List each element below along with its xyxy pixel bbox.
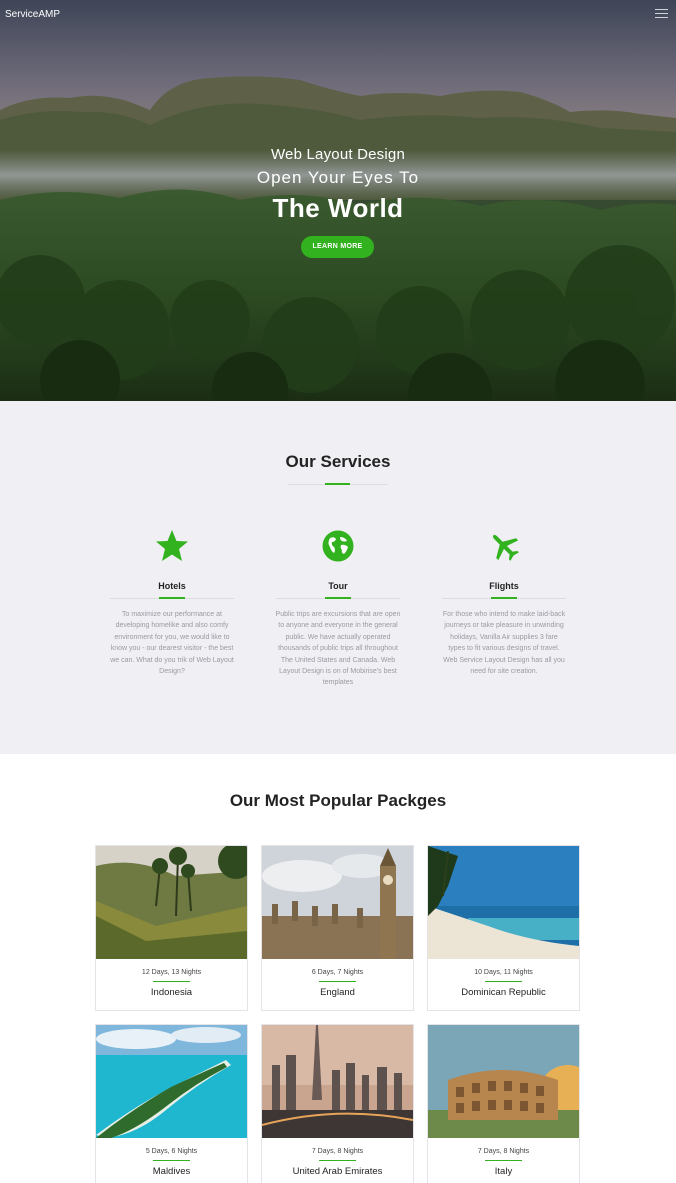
package-card-italy[interactable]: 7 Days, 8 Nights Italy <box>427 1024 580 1183</box>
package-image-indonesia <box>96 846 247 959</box>
service-description: Public trips are excursions that are ope… <box>275 611 401 687</box>
globe-icon <box>322 530 354 562</box>
service-name: Hotels <box>158 581 186 591</box>
star-icon <box>156 530 188 561</box>
package-destination: Dominican Republic <box>461 987 546 998</box>
package-divider <box>485 981 522 982</box>
package-duration: 10 Days, 11 Nights <box>474 969 533 976</box>
hero-title: The World <box>272 193 404 223</box>
package-divider <box>319 1160 356 1161</box>
package-divider <box>485 1160 522 1161</box>
package-image-italy <box>428 1025 579 1138</box>
packages-section: Our Most Popular Packges 12 Days, 13 Nig… <box>0 754 676 1183</box>
package-card-dominican-republic[interactable]: 10 Days, 11 Nights Dominican Republic <box>427 845 580 1011</box>
packages-title: Our Most Popular Packges <box>229 791 447 810</box>
package-card-united-arab-emirates[interactable]: 7 Days, 8 Nights United Arab Emirates <box>261 1024 414 1183</box>
hero-pretitle: Web Layout Design <box>270 146 406 163</box>
package-duration: 12 Days, 13 Nights <box>141 969 202 976</box>
airplane-icon <box>492 534 519 561</box>
learn-more-button[interactable]: LEARN MORE <box>301 236 374 258</box>
package-image-england <box>262 846 413 959</box>
package-destination: Italy <box>494 1166 513 1177</box>
package-card-indonesia[interactable]: 12 Days, 13 Nights Indonesia <box>95 845 248 1011</box>
service-divider <box>110 597 234 599</box>
service-divider <box>442 597 566 599</box>
package-card-maldives[interactable]: 5 Days, 6 Nights Maldives <box>95 1024 248 1183</box>
package-divider <box>153 1160 190 1161</box>
hero-subtitle: Open Your Eyes To <box>256 168 420 187</box>
package-destination: England <box>320 987 355 998</box>
hero-heading-group: Web Layout Design Open Your Eyes To The … <box>0 146 676 224</box>
package-destination: United Arab Emirates <box>292 1166 383 1177</box>
package-image-dominican-republic <box>428 846 579 959</box>
package-card-england[interactable]: 6 Days, 7 Nights England <box>261 845 414 1011</box>
package-image-united-arab-emirates <box>262 1025 413 1138</box>
package-destination: Maldives <box>152 1166 191 1177</box>
package-duration: 5 Days, 6 Nights <box>145 1148 198 1155</box>
service-card-flights: Flights For those who intend to make lai… <box>439 529 569 677</box>
service-card-hotels: Hotels To maximize our performance at de… <box>107 529 237 677</box>
brand-logo[interactable]: ServiceAMP <box>5 9 60 20</box>
hero-section: ServiceAMP Web Layout Design Open Your E… <box>0 0 676 401</box>
services-title: Our Services <box>285 452 391 471</box>
package-image-maldives <box>96 1025 247 1138</box>
package-duration: 6 Days, 7 Nights <box>311 969 364 976</box>
service-divider <box>276 597 400 599</box>
hamburger-menu-icon[interactable] <box>655 9 668 19</box>
service-name: Flights <box>489 581 519 591</box>
package-divider <box>319 981 356 982</box>
services-section: Our Services Hotels To maximize our perf… <box>0 401 676 754</box>
service-card-tour: Tour Public trips are excursions that ar… <box>273 529 403 689</box>
service-description: For those who intend to make laid-back j… <box>442 611 566 676</box>
service-name: Tour <box>328 581 348 591</box>
package-duration: 7 Days, 8 Nights <box>311 1148 364 1155</box>
package-divider <box>153 981 190 982</box>
services-divider-accent <box>325 483 350 485</box>
package-destination: Indonesia <box>150 987 193 998</box>
service-description: To maximize our performance at developin… <box>110 611 234 676</box>
package-duration: 7 Days, 8 Nights <box>477 1148 530 1155</box>
